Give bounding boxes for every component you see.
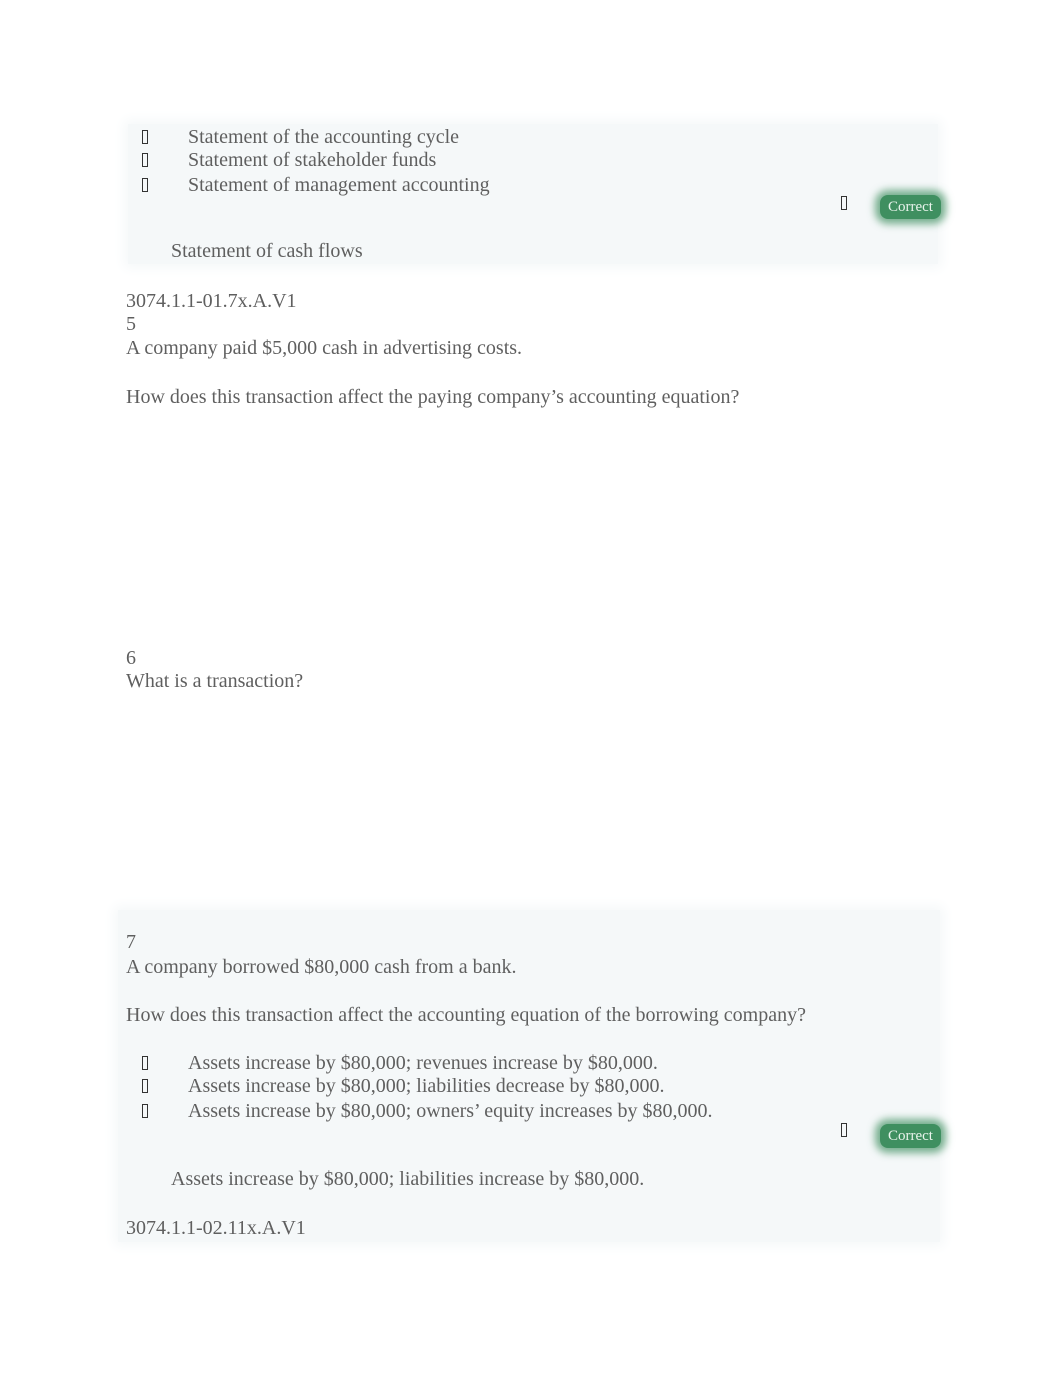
status-badge: Correct	[880, 195, 941, 219]
question-number: 5	[126, 313, 136, 335]
answer-option: Assets increase by $80,000; owners’ equi…	[188, 1100, 713, 1122]
option-checkbox-icon[interactable]	[142, 1104, 148, 1118]
option-checkbox-icon[interactable]	[142, 153, 148, 167]
correct-answer: Assets increase by $80,000; liabilities …	[171, 1168, 645, 1190]
question-prompt: How does this transaction affect the acc…	[126, 1004, 806, 1026]
answer-option: Statement of the accounting cycle	[188, 126, 460, 148]
question-text: A company paid $5,000 cash in advertisin…	[126, 337, 523, 359]
selected-marker-icon	[841, 196, 847, 210]
question-id: 3074.1.1-02.11x.A.V1	[126, 1217, 306, 1239]
question-number: 7	[126, 931, 136, 953]
option-checkbox-icon[interactable]	[142, 178, 148, 192]
answer-option: Statement of management accounting	[188, 174, 490, 196]
question-text: What is a transaction?	[126, 670, 304, 692]
answer-option: Assets increase by $80,000; revenues inc…	[188, 1052, 658, 1074]
option-checkbox-icon[interactable]	[142, 1079, 148, 1093]
question-text: A company borrowed $80,000 cash from a b…	[126, 956, 517, 978]
option-checkbox-icon[interactable]	[142, 1056, 148, 1070]
question-id: 3074.1.1-01.7x.A.V1	[126, 290, 297, 312]
status-badge: Correct	[880, 1124, 941, 1148]
answer-option: Statement of stakeholder funds	[188, 149, 437, 171]
option-checkbox-icon[interactable]	[142, 130, 148, 144]
correct-answer: Statement of cash flows	[171, 240, 363, 262]
selected-marker-icon	[841, 1123, 847, 1137]
answer-option: Assets increase by $80,000; liabilities …	[188, 1075, 665, 1097]
question-prompt: How does this transaction affect the pay…	[126, 386, 740, 408]
question-number: 6	[126, 647, 136, 669]
